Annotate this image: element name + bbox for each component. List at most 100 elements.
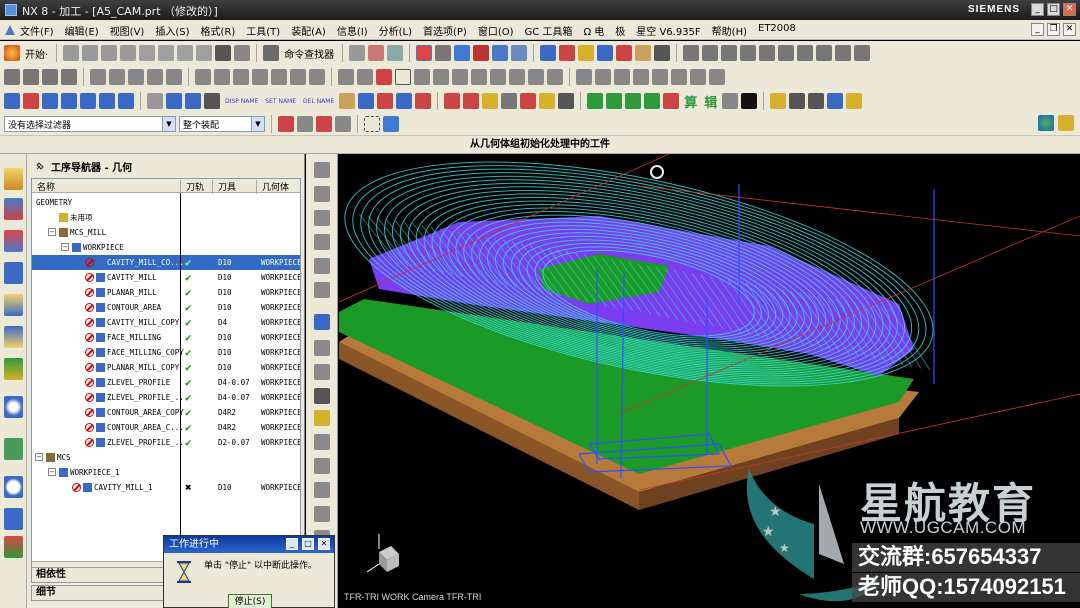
menu-item-3[interactable]: 插入(S)	[155, 23, 189, 38]
measure-icon[interactable]	[559, 45, 576, 61]
operation-navigator-icon[interactable]	[4, 262, 23, 284]
group-row[interactable]: − WORKPIECE	[32, 240, 300, 255]
menu-item-13[interactable]: 极	[615, 23, 625, 38]
feature-1-icon[interactable]	[4, 69, 20, 85]
project-curve-icon[interactable]	[490, 69, 506, 85]
nav-tool-15-icon[interactable]	[314, 506, 330, 522]
menu-item-11[interactable]: GC 工具箱	[525, 23, 573, 38]
plugin-13-icon[interactable]	[463, 93, 480, 109]
plugin-7-icon[interactable]	[147, 93, 163, 109]
col-tool[interactable]: 刀具	[218, 180, 236, 193]
solid-7-icon[interactable]	[797, 45, 814, 61]
offset-curve-icon[interactable]	[471, 69, 487, 85]
menu-item-16[interactable]: ET2008	[758, 23, 796, 38]
point-icon[interactable]	[376, 69, 392, 85]
feature-7-icon[interactable]	[128, 69, 144, 85]
col-geometry[interactable]: 几何体	[262, 180, 289, 193]
menu-item-9[interactable]: 首选项(P)	[423, 23, 467, 38]
plugin-24-icon[interactable]	[808, 93, 825, 109]
operation-row[interactable]: CAVITY_MILL_COPY ✔ D4 WORKPIECE	[32, 315, 300, 330]
line-icon[interactable]	[338, 69, 354, 85]
circle-icon[interactable]	[414, 69, 430, 85]
menu-item-2[interactable]: 视图(V)	[110, 23, 145, 38]
solid-10-icon[interactable]	[854, 45, 871, 61]
plugin-25-icon[interactable]	[827, 93, 844, 109]
minimize-button[interactable]: _	[1031, 3, 1044, 16]
select-solid-icon[interactable]	[383, 116, 399, 132]
edit-curve-8-icon[interactable]	[709, 69, 725, 85]
plugin-14-icon[interactable]	[482, 93, 499, 109]
analysis-icon[interactable]	[540, 45, 557, 61]
menu-item-14[interactable]: 星空 V6.935F	[636, 23, 700, 38]
operation-row[interactable]: PLANAR_MILL ✔ D10 WORKPIECE	[32, 285, 300, 300]
menu-item-10[interactable]: 窗口(O)	[478, 23, 514, 38]
sync-3-icon[interactable]	[233, 69, 249, 85]
operation-row[interactable]: CAVITY_MILL_CO... ✔ D10 WORKPIECE	[32, 255, 300, 270]
dialog-minimize-button[interactable]: _	[286, 538, 298, 550]
system-material-icon[interactable]	[4, 508, 23, 530]
solid-9-icon[interactable]	[835, 45, 852, 61]
replay-toolpath-icon[interactable]	[314, 340, 330, 356]
arc-icon[interactable]	[357, 69, 373, 85]
group-row[interactable]: − WORKPIECE_1	[32, 465, 300, 480]
stop-button[interactable]: 停止(S)	[228, 594, 272, 608]
hd3d-tools-icon[interactable]	[4, 358, 23, 380]
group-row[interactable]: GEOMETRY	[32, 195, 300, 210]
machine-navigator-icon[interactable]	[4, 294, 23, 316]
help-icon[interactable]	[1058, 115, 1074, 131]
feature-3-icon[interactable]	[42, 69, 58, 85]
solid-1-icon[interactable]	[683, 45, 700, 61]
group-row[interactable]: − MCS_MILL	[32, 225, 300, 240]
trim-curve-icon[interactable]	[547, 69, 563, 85]
plugin-17-icon[interactable]	[539, 93, 556, 109]
dialog-close-button[interactable]: ✕	[318, 538, 330, 550]
create-program-icon[interactable]	[314, 162, 330, 178]
fit-view-icon[interactable]	[416, 45, 433, 61]
arrow-icon[interactable]	[616, 45, 633, 61]
menu-item-15[interactable]: 帮助(H)	[712, 23, 747, 38]
plugin-15-icon[interactable]	[501, 93, 518, 109]
crosshair-icon[interactable]	[789, 93, 806, 109]
redo-icon[interactable]	[234, 45, 251, 61]
undo-icon[interactable]	[215, 45, 232, 61]
pencil-icon[interactable]	[396, 93, 413, 109]
roles-icon[interactable]	[4, 536, 23, 558]
operation-row[interactable]: CONTOUR_AREA_C... ✔ D4R2 WORKPIECE	[32, 420, 300, 435]
plugin-11-icon[interactable]	[339, 93, 356, 109]
col-toolpath[interactable]: 刀轨	[186, 180, 204, 193]
plugin-16-icon[interactable]	[520, 93, 537, 109]
graphics-viewport[interactable]: ★ ★ ★	[339, 154, 1080, 608]
penguin-icon[interactable]	[741, 93, 758, 109]
text-icon[interactable]	[452, 69, 468, 85]
assembly-navigator-icon[interactable]	[4, 168, 23, 190]
new-icon[interactable]	[63, 45, 80, 61]
print-icon[interactable]	[120, 45, 137, 61]
sync-6-icon[interactable]	[290, 69, 306, 85]
menu-item-7[interactable]: 信息(I)	[337, 23, 368, 38]
generate-toolpath-icon[interactable]	[314, 314, 330, 330]
sync-2-icon[interactable]	[214, 69, 230, 85]
shop-docs-icon[interactable]	[314, 410, 330, 426]
operation-row[interactable]: CONTOUR_AREA_COPY ✔ D4R2 WORKPIECE	[32, 405, 300, 420]
nav-tool-6-icon[interactable]	[314, 282, 330, 298]
menu-item-6[interactable]: 装配(A)	[291, 23, 326, 38]
solid-8-icon[interactable]	[816, 45, 833, 61]
reuse-library-icon[interactable]	[4, 326, 23, 348]
collapse-toggle[interactable]: −	[61, 243, 69, 251]
maximize-button[interactable]: □	[1047, 3, 1060, 16]
group-row[interactable]: − MCS	[32, 450, 300, 465]
arrow-right-icon[interactable]	[415, 93, 432, 109]
solid-3-icon[interactable]	[721, 45, 738, 61]
plugin-21-icon[interactable]	[644, 93, 661, 109]
feature-2-icon[interactable]	[23, 69, 39, 85]
tools-icon[interactable]	[377, 93, 394, 109]
csys-icon[interactable]	[597, 45, 614, 61]
command-finder-button[interactable]: 命令查找器	[263, 45, 336, 61]
plugin-19-icon[interactable]	[606, 93, 623, 109]
open-icon[interactable]	[82, 45, 99, 61]
collapse-toggle[interactable]: −	[48, 468, 56, 476]
plugin-1-icon[interactable]	[23, 93, 39, 109]
layer-icon[interactable]	[492, 45, 509, 61]
create-operation-icon[interactable]	[314, 258, 330, 274]
create-geometry-icon[interactable]	[314, 210, 330, 226]
